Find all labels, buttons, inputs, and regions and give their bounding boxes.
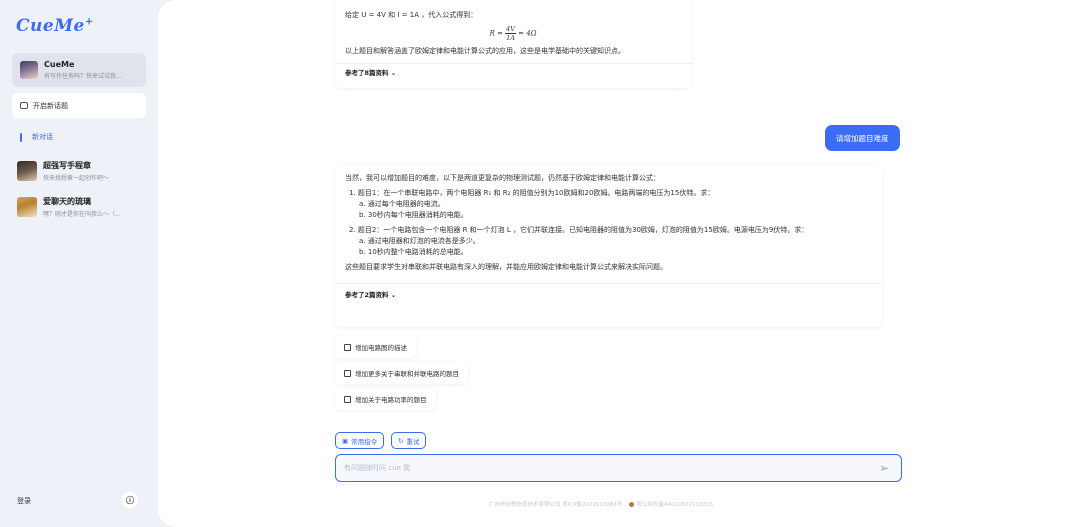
new-chat-label: 开启新话题 xyxy=(33,101,68,110)
chat-input[interactable] xyxy=(336,455,856,480)
command-icon: ▣ xyxy=(342,436,349,445)
suggestion-icon xyxy=(344,343,351,351)
suggestion-icon xyxy=(344,369,351,377)
commands-button[interactable]: ▣ 常用指令 xyxy=(335,432,385,449)
agent-name: CueMe xyxy=(44,60,75,69)
agent-name: 超强写手程章 xyxy=(43,161,91,170)
new-chat-button[interactable]: 开启新话题 xyxy=(12,93,146,118)
suggestion-chip[interactable]: 增加电路图的描述 xyxy=(335,336,416,358)
login-link[interactable]: 登录 xyxy=(17,496,31,506)
references-toggle[interactable]: 参考了8篇资料 ⌄ xyxy=(345,68,681,79)
message-text: 给定 U = 4V 和 I = 1A ，代入公式得到： xyxy=(345,11,478,19)
chat-panel: 给定 U = 4V 和 I = 1A ，代入公式得到： R = 4V 1A = … xyxy=(158,0,1080,527)
formula-rhs: = 4Ω xyxy=(518,29,537,38)
list-item: b. 10秒内整个电路消耗的总电能。 xyxy=(359,248,468,256)
agent-desc: 嘿？刚才是你在叫我么～（... xyxy=(43,211,121,218)
divider xyxy=(335,63,691,64)
suggestion-label: 增加电路图的描述 xyxy=(355,344,407,352)
list-item: b. 30秒内每个电阻器消耗的电能。 xyxy=(359,211,468,219)
send-icon[interactable]: ➢ xyxy=(879,461,893,475)
app-logo[interactable]: CueMe+ xyxy=(16,16,94,36)
chat-bubble-icon xyxy=(20,102,28,109)
message-text: 当然，我可以增加题目的难度，以下是两道更复杂的物理测试题，仍然基于欧姆定律和电能… xyxy=(345,174,660,182)
new-conversation-label: 新对话 xyxy=(32,133,53,141)
formula: R = 4V 1A = 4Ω xyxy=(345,25,681,42)
agent-avatar xyxy=(17,161,37,181)
formula-numerator: 4V xyxy=(505,25,516,34)
agent-avatar xyxy=(20,61,38,79)
list-item: a. 通过每个电阻器的电流。 xyxy=(359,200,445,208)
agent-name: 爱聊天的琉璃 xyxy=(43,197,91,206)
agent-avatar xyxy=(17,197,37,217)
divider xyxy=(335,283,882,284)
suggestion-label: 增加更多关于串联和并联电路的题目 xyxy=(355,370,459,378)
suggestion-chip[interactable]: 增加关于电路功率的题目 xyxy=(335,388,436,410)
commands-label: 常用指令 xyxy=(351,437,378,446)
suggestion-chip[interactable]: 增加更多关于串联和并联电路的题目 xyxy=(335,362,468,384)
retry-icon: ↻ xyxy=(398,436,404,445)
active-agent-card[interactable]: CueMe 有写作任务吗？快来试试我... xyxy=(12,53,146,87)
police-record-text[interactable]: 粤公网安备44010502003355 xyxy=(637,500,714,508)
chat-input-box: ➢ xyxy=(335,454,902,482)
message-text: 以上题目和解答涵盖了欧姆定律和电能计算公式的应用，这些是电学基础中的关键知识点。 xyxy=(345,47,625,55)
police-badge-icon xyxy=(628,501,634,507)
suggestion-label: 增加关于电路功率的题目 xyxy=(355,396,427,404)
sidebar: CueMe+ CueMe 有写作任务吗？快来试试我... 开启新话题 新对话 超… xyxy=(0,0,158,527)
retry-label: 重试 xyxy=(406,437,420,446)
info-icon[interactable]: ⓘ xyxy=(122,492,138,508)
sidebar-item-agent[interactable]: 爱聊天的琉璃 嘿？刚才是你在叫我么～（... xyxy=(17,196,151,218)
agent-desc: 快来找程章一起创作吧～ xyxy=(43,175,110,182)
formula-fraction: 4V 1A xyxy=(505,25,516,42)
message-text: 这些题目要求学生对串联和并联电路有深入的理解，并能应用欧姆定律和电能计算公式来解… xyxy=(345,263,667,271)
references-toggle[interactable]: 参考了2篇资料 ⌄ xyxy=(345,290,872,301)
icp-text[interactable]: 广州市动悦信息技术有限公司 粤ICP备2022013084号 xyxy=(489,500,623,508)
formula-denominator: 1A xyxy=(506,34,515,42)
retry-button[interactable]: ↻ 重试 xyxy=(391,432,427,449)
assistant-message: 当然，我可以增加题目的难度，以下是两道更复杂的物理测试题，仍然基于欧姆定律和电能… xyxy=(335,165,882,327)
footer: 广州市动悦信息技术有限公司 粤ICP备2022013084号 粤公网安备4401… xyxy=(489,500,713,508)
assistant-message: 给定 U = 4V 和 I = 1A ，代入公式得到： R = 4V 1A = … xyxy=(335,0,691,88)
suggestion-icon xyxy=(344,395,351,403)
sidebar-item-agent[interactable]: 超强写手程章 快来找程章一起创作吧～ xyxy=(17,160,151,182)
list-item: 2. 题目2：一个电路包含一个电阻器 R 和一个灯泡 L ，它们并联连接。已知电… xyxy=(349,226,809,234)
list-item: a. 通过电阻器和灯泡的电流各是多少。 xyxy=(359,237,480,245)
list-item: 1. 题目1：在一个串联电路中，两个电阻器 R₁ 和 R₂ 的阻值分别为10欧姆… xyxy=(349,189,715,197)
formula-lhs: R = xyxy=(489,29,503,38)
active-indicator xyxy=(20,132,22,142)
agent-desc: 有写作任务吗？快来试试我... xyxy=(44,73,122,80)
user-message: 请增加题目难度 xyxy=(825,125,900,151)
sidebar-item-new-conversation[interactable]: 新对话 xyxy=(20,132,53,142)
truncated-line xyxy=(345,2,681,10)
